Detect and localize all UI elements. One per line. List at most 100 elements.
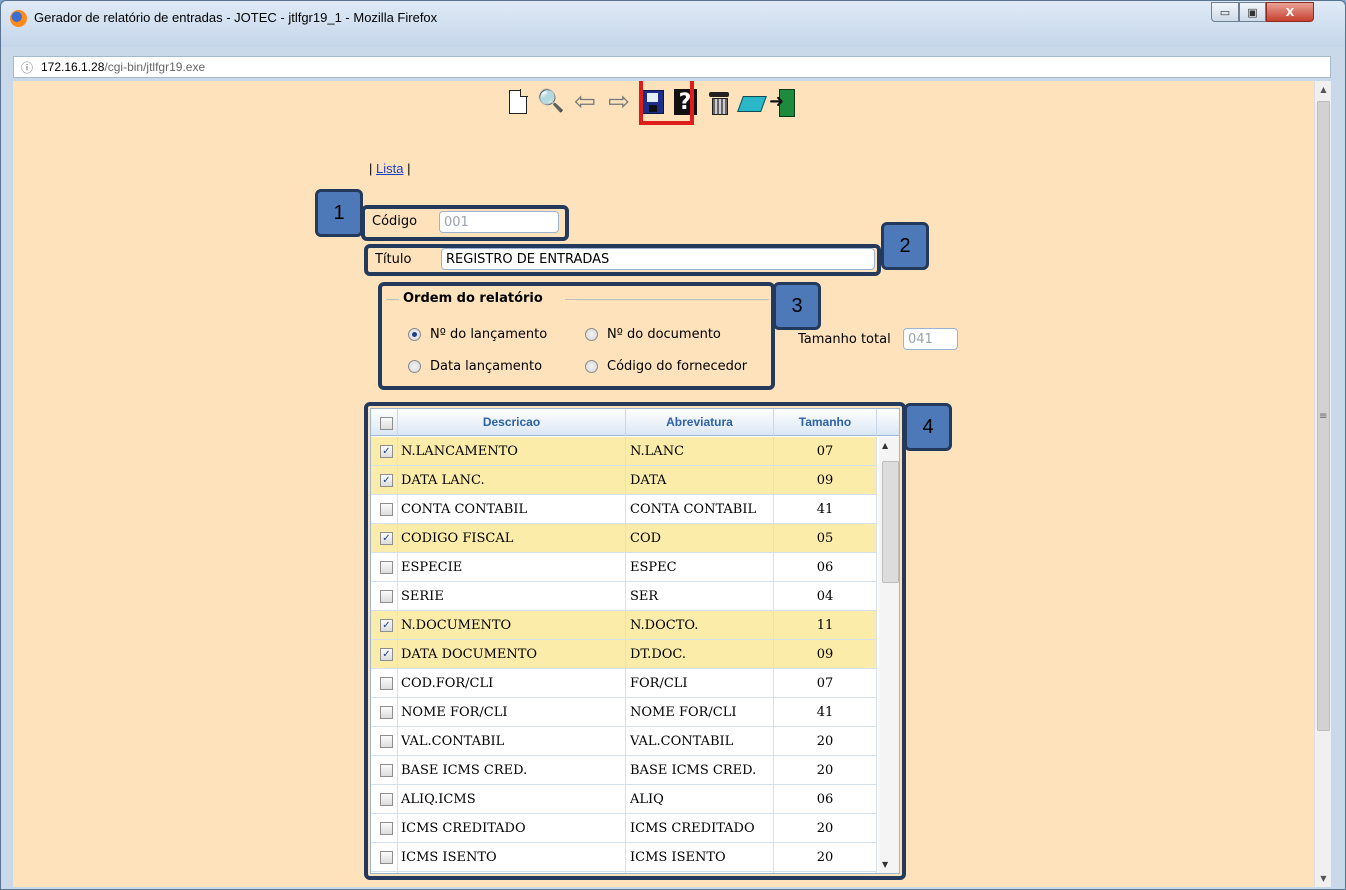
row-checkbox[interactable] bbox=[380, 793, 393, 806]
close-button[interactable]: X bbox=[1266, 2, 1314, 22]
cell-descricao: ALIQ.ICMS bbox=[398, 785, 626, 814]
cell-descricao: ESPECIE bbox=[398, 553, 626, 582]
row-checkbox-cell bbox=[371, 727, 398, 756]
table-row[interactable]: VAL.CONTABIL VAL.CONTABIL 20 bbox=[371, 727, 877, 756]
lista-link[interactable]: Lista bbox=[376, 161, 403, 176]
new-document-icon[interactable] bbox=[504, 87, 532, 117]
row-checkbox-cell: ✓ bbox=[371, 466, 398, 495]
codigo-label: Código bbox=[372, 214, 418, 229]
radio-label: Nº do lançamento bbox=[430, 327, 548, 342]
url-host: 172.16.1.28 bbox=[41, 60, 105, 74]
minimize-button[interactable]: ▭ bbox=[1211, 2, 1239, 22]
binoculars-icon[interactable]: 🔍 bbox=[537, 87, 565, 117]
radio-num-documento[interactable]: Nº do documento bbox=[585, 327, 721, 342]
radio-dot[interactable] bbox=[585, 328, 598, 341]
cell-abreviatura: DATA bbox=[626, 466, 774, 495]
fieldset-border bbox=[565, 299, 769, 300]
table-row[interactable]: ✓ N.DOCUMENTO N.DOCTO. 11 bbox=[371, 611, 877, 640]
exit-icon[interactable] bbox=[769, 87, 798, 117]
radio-data-lancamento[interactable]: Data lançamento bbox=[408, 359, 542, 374]
radio-dot[interactable] bbox=[408, 328, 421, 341]
cell-abreviatura: N.LANC bbox=[626, 437, 774, 466]
row-checkbox[interactable]: ✓ bbox=[380, 648, 393, 661]
table-row[interactable]: CONTA CONTABIL CONTA CONTABIL 41 bbox=[371, 495, 877, 524]
cell-descricao: ICMS ISENTO bbox=[398, 843, 626, 872]
table-row[interactable]: ✓ DATA LANC. DATA 09 bbox=[371, 466, 877, 495]
row-checkbox-cell bbox=[371, 756, 398, 785]
info-icon[interactable]: ⓘ bbox=[21, 59, 33, 76]
header-abreviatura[interactable]: Abreviatura bbox=[626, 409, 774, 436]
scroll-down-arrow[interactable]: ▼ bbox=[882, 860, 888, 869]
titulo-input[interactable] bbox=[441, 248, 875, 270]
page-scroll-up[interactable]: ▲ bbox=[1315, 81, 1331, 98]
cell-abreviatura: N.DOCTO. bbox=[626, 611, 774, 640]
table-row[interactable] bbox=[371, 872, 877, 873]
forward-arrow-icon[interactable]: ⇨ bbox=[605, 87, 633, 117]
radio-codigo-fornecedor[interactable]: Código do fornecedor bbox=[585, 359, 747, 374]
table-row[interactable]: ✓ CODIGO FISCAL COD 05 bbox=[371, 524, 877, 553]
cell-descricao: VAL.CONTABIL bbox=[398, 727, 626, 756]
row-checkbox[interactable] bbox=[380, 503, 393, 516]
radio-dot[interactable] bbox=[408, 360, 421, 373]
cell-abreviatura: CONTA CONTABIL bbox=[626, 495, 774, 524]
table-row[interactable]: SERIE SER 04 bbox=[371, 582, 877, 611]
nav-separator: | bbox=[407, 161, 411, 176]
back-arrow-icon[interactable]: ⇦ bbox=[571, 87, 599, 117]
nav-separator: | bbox=[369, 161, 373, 176]
firefox-icon bbox=[10, 10, 27, 27]
table-row[interactable]: ALIQ.ICMS ALIQ 06 bbox=[371, 785, 877, 814]
cell-descricao: SERIE bbox=[398, 582, 626, 611]
row-checkbox[interactable] bbox=[380, 822, 393, 835]
row-checkbox[interactable] bbox=[380, 677, 393, 690]
cell-abreviatura bbox=[626, 872, 774, 873]
trash-icon[interactable] bbox=[705, 87, 733, 117]
row-checkbox[interactable] bbox=[380, 735, 393, 748]
tamanho-total-input[interactable] bbox=[903, 328, 958, 350]
table-row[interactable]: ✓ N.LANCAMENTO N.LANC 07 bbox=[371, 437, 877, 466]
row-checkbox[interactable] bbox=[380, 764, 393, 777]
table-row[interactable]: ESPECIE ESPEC 06 bbox=[371, 553, 877, 582]
maximize-button[interactable]: ▣ bbox=[1239, 2, 1266, 22]
row-checkbox[interactable] bbox=[380, 851, 393, 864]
table-row[interactable]: NOME FOR/CLI NOME FOR/CLI 41 bbox=[371, 698, 877, 727]
radio-dot[interactable] bbox=[585, 360, 598, 373]
table-row[interactable]: ✓ DATA DOCUMENTO DT.DOC. 09 bbox=[371, 640, 877, 669]
ordem-title: Ordem do relatório bbox=[403, 291, 543, 306]
cell-tamanho: 06 bbox=[774, 553, 877, 582]
cell-descricao: DATA DOCUMENTO bbox=[398, 640, 626, 669]
row-checkbox[interactable] bbox=[380, 561, 393, 574]
grid-scroll-thumb[interactable] bbox=[882, 461, 899, 583]
page-scroll-down[interactable]: ▼ bbox=[1315, 870, 1331, 887]
row-checkbox-cell: ✓ bbox=[371, 524, 398, 553]
callout-badge-4: 4 bbox=[904, 403, 952, 451]
scroll-up-arrow[interactable]: ▲ bbox=[882, 441, 888, 450]
codigo-input[interactable] bbox=[439, 211, 559, 233]
row-checkbox-cell bbox=[371, 495, 398, 524]
address-bar[interactable]: ⓘ 172.16.1.28/cgi-bin/jtlfgr19.exe bbox=[13, 56, 1331, 78]
row-checkbox-cell bbox=[371, 698, 398, 727]
table-row[interactable]: BASE ICMS CRED. BASE ICMS CRED. 20 bbox=[371, 756, 877, 785]
eraser-icon[interactable] bbox=[737, 87, 767, 117]
header-tamanho[interactable]: Tamanho bbox=[774, 409, 877, 436]
url-text[interactable]: 172.16.1.28/cgi-bin/jtlfgr19.exe bbox=[41, 60, 205, 74]
cell-tamanho: 09 bbox=[774, 466, 877, 495]
row-checkbox[interactable]: ✓ bbox=[380, 619, 393, 632]
row-checkbox[interactable] bbox=[380, 590, 393, 603]
table-row[interactable]: ICMS CREDITADO ICMS CREDITADO 20 bbox=[371, 814, 877, 843]
table-row[interactable]: ICMS ISENTO ICMS ISENTO 20 bbox=[371, 843, 877, 872]
header-descricao[interactable]: Descricao bbox=[398, 409, 626, 436]
select-all-checkbox[interactable] bbox=[380, 417, 393, 430]
table-row[interactable]: COD.FOR/CLI FOR/CLI 07 bbox=[371, 669, 877, 698]
row-checkbox[interactable]: ✓ bbox=[380, 532, 393, 545]
callout-badge-3: 3 bbox=[773, 282, 821, 330]
cell-descricao: CODIGO FISCAL bbox=[398, 524, 626, 553]
radio-num-lancamento[interactable]: Nº do lançamento bbox=[408, 327, 547, 342]
row-checkbox[interactable]: ✓ bbox=[380, 474, 393, 487]
row-checkbox[interactable]: ✓ bbox=[380, 445, 393, 458]
cell-descricao bbox=[398, 872, 626, 873]
radio-label: Código do fornecedor bbox=[607, 359, 748, 374]
row-checkbox[interactable] bbox=[380, 706, 393, 719]
fieldset-border bbox=[386, 299, 399, 300]
grid-scrollbar[interactable]: ▲ ▼ bbox=[879, 437, 899, 873]
page-scrollbar[interactable]: ▲ ≡ ▼ bbox=[1314, 81, 1331, 887]
